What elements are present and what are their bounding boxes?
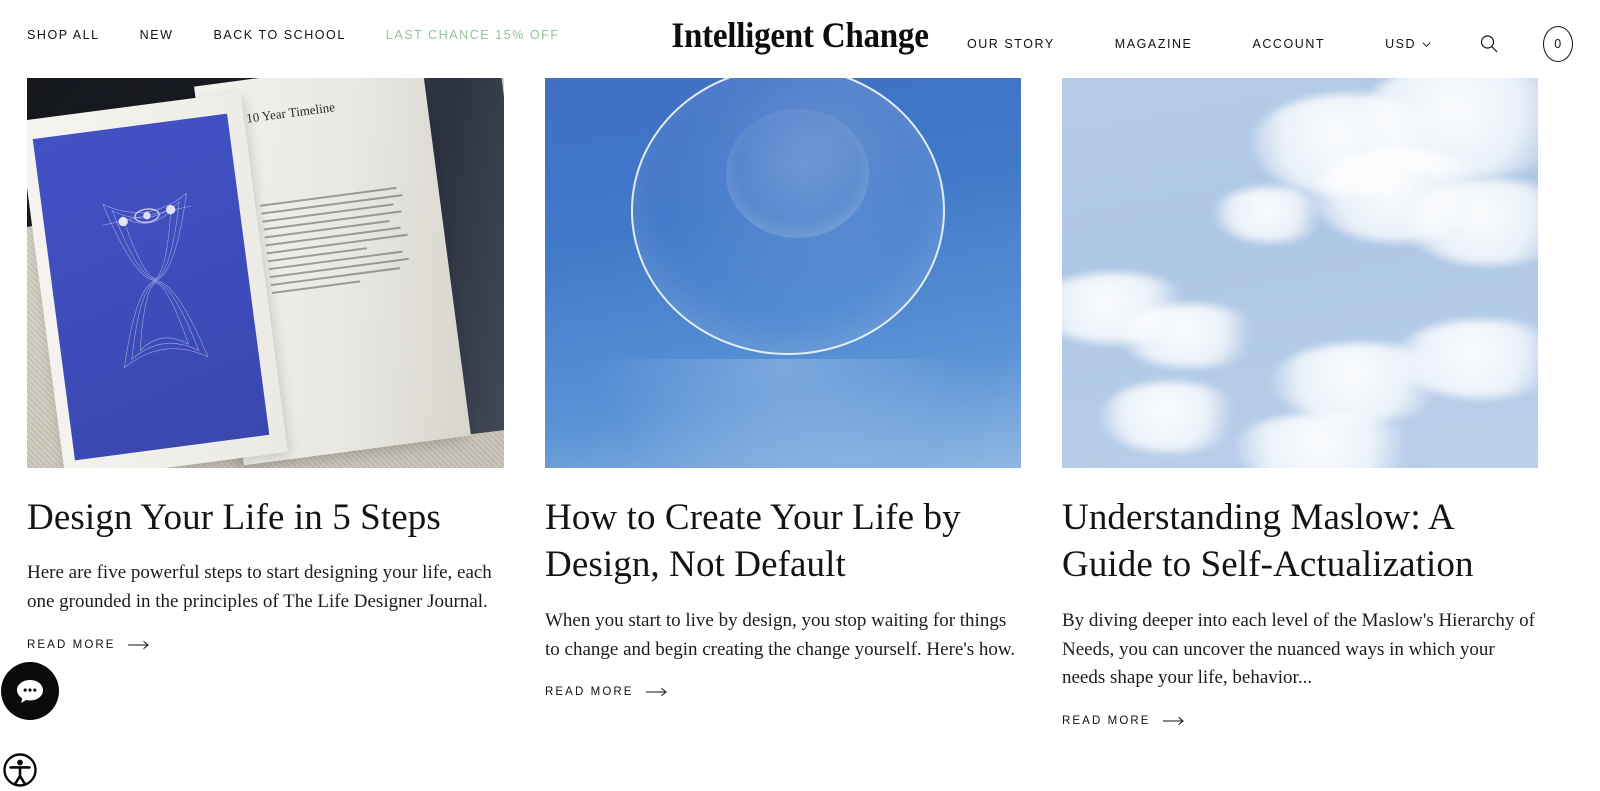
cloud	[1233, 413, 1424, 468]
article-card[interactable]: Understanding Maslow: A Guide to Self-Ac…	[1062, 78, 1538, 729]
currency-selector[interactable]: USD	[1385, 37, 1431, 51]
sky-clouds-image	[1062, 78, 1538, 468]
accessibility-widget-button[interactable]	[2, 752, 38, 788]
cloud	[1100, 382, 1243, 453]
nav-our-story[interactable]: OUR STORY	[967, 37, 1055, 51]
read-more-label: READ MORE	[27, 639, 116, 652]
accessibility-icon	[3, 753, 37, 787]
search-button[interactable]	[1479, 34, 1499, 54]
read-more-label: READ MORE	[545, 686, 634, 699]
currency-label: USD	[1385, 37, 1416, 51]
article-card[interactable]: 10 Year Timeline Design Your Life in 5 S…	[27, 78, 504, 653]
cloud	[1214, 187, 1329, 242]
page-root: SHOP ALL NEW BACK TO SCHOOL LAST CHANCE …	[0, 0, 1600, 791]
sphere-inner-reflection	[725, 109, 869, 238]
article-title[interactable]: Understanding Maslow: A Guide to Self-Ac…	[1062, 494, 1538, 589]
chat-widget-button[interactable]	[1, 662, 59, 720]
article-thumbnail[interactable]	[545, 78, 1021, 468]
article-excerpt: When you start to live by design, you st…	[545, 609, 1016, 660]
read-more-link[interactable]: READ MORE	[1062, 715, 1185, 727]
open-book-image: 10 Year Timeline	[27, 78, 504, 468]
article-excerpt: By diving deeper into each level of the …	[1062, 609, 1535, 689]
arrow-right-icon	[645, 688, 667, 697]
sphere-glow	[592, 358, 974, 468]
arrow-right-icon	[1162, 717, 1184, 726]
chevron-down-icon	[1422, 41, 1431, 47]
read-more-link[interactable]: READ MORE	[545, 686, 668, 698]
nav-account[interactable]: ACCOUNT	[1252, 37, 1325, 51]
article-title[interactable]: Design Your Life in 5 Steps	[27, 494, 504, 541]
primary-navigation-right: OUR STORY MAGAZINE ACCOUNT USD 0	[967, 26, 1573, 62]
chat-bubble-icon	[17, 680, 43, 703]
site-header: SHOP ALL NEW BACK TO SCHOOL LAST CHANCE …	[0, 0, 1600, 70]
article-thumbnail[interactable]: 10 Year Timeline	[27, 78, 504, 468]
nav-magazine[interactable]: MAGAZINE	[1115, 37, 1193, 51]
article-thumbnail[interactable]	[1062, 78, 1538, 468]
cart-button[interactable]: 0	[1543, 26, 1573, 62]
article-excerpt: Here are five powerful steps to start de…	[27, 562, 492, 613]
arrow-right-icon	[127, 640, 149, 650]
read-more-link[interactable]: READ MORE	[27, 639, 150, 651]
article-card[interactable]: How to Create Your Life by Design, Not D…	[545, 78, 1021, 700]
search-icon	[1480, 35, 1498, 53]
book-page-bodytext	[259, 186, 414, 300]
article-title[interactable]: How to Create Your Life by Design, Not D…	[545, 494, 1021, 589]
cart-count: 0	[1554, 37, 1562, 51]
cloud	[1119, 304, 1262, 367]
glass-sphere-image	[545, 78, 1021, 468]
read-more-label: READ MORE	[1062, 715, 1151, 728]
